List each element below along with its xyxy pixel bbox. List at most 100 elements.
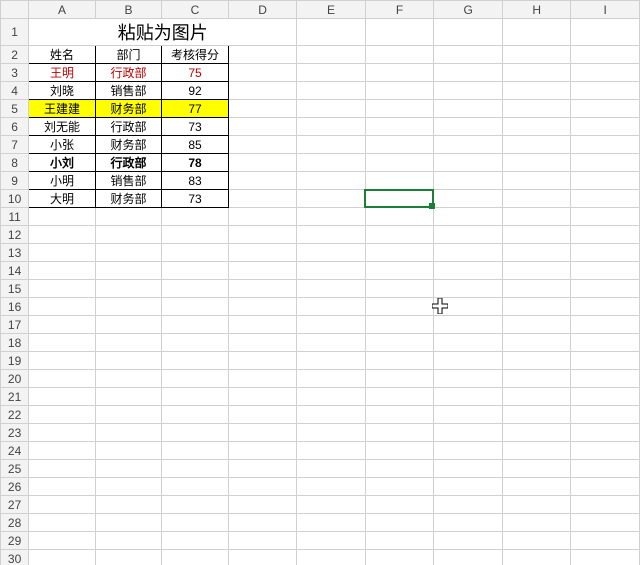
cell[interactable]: [502, 262, 571, 280]
cell[interactable]: [228, 262, 297, 280]
cell[interactable]: [502, 406, 571, 424]
cell[interactable]: [571, 280, 640, 298]
cell[interactable]: [571, 460, 640, 478]
cell[interactable]: [502, 352, 571, 370]
cell[interactable]: [502, 532, 571, 550]
cell[interactable]: [571, 190, 640, 208]
cell[interactable]: [95, 460, 162, 478]
cell[interactable]: [434, 190, 503, 208]
cell[interactable]: [365, 136, 434, 154]
cell[interactable]: [297, 118, 366, 136]
row-header[interactable]: 2: [1, 46, 29, 64]
cell[interactable]: [571, 478, 640, 496]
cell[interactable]: [95, 262, 162, 280]
cell[interactable]: [29, 226, 96, 244]
row-header[interactable]: 5: [1, 100, 29, 118]
cell[interactable]: [228, 82, 297, 100]
cell[interactable]: [297, 172, 366, 190]
cell[interactable]: [162, 370, 229, 388]
row-header[interactable]: 15: [1, 280, 29, 298]
cell-dept[interactable]: 销售部: [95, 82, 162, 100]
cell[interactable]: [297, 424, 366, 442]
row-header[interactable]: 29: [1, 532, 29, 550]
cell[interactable]: [228, 460, 297, 478]
cell[interactable]: [297, 532, 366, 550]
cell[interactable]: [297, 334, 366, 352]
cell[interactable]: [571, 532, 640, 550]
cell[interactable]: [571, 136, 640, 154]
cell[interactable]: [571, 46, 640, 64]
cell[interactable]: [95, 298, 162, 316]
cell[interactable]: [434, 460, 503, 478]
cell[interactable]: [571, 424, 640, 442]
cell[interactable]: [434, 532, 503, 550]
cell[interactable]: [434, 172, 503, 190]
cell[interactable]: [365, 442, 434, 460]
cell[interactable]: [162, 316, 229, 334]
cell[interactable]: [95, 550, 162, 565]
cell-dept[interactable]: 销售部: [95, 172, 162, 190]
cell[interactable]: [95, 226, 162, 244]
col-header[interactable]: B: [95, 1, 162, 19]
cell[interactable]: [365, 370, 434, 388]
cell[interactable]: [502, 154, 571, 172]
cell[interactable]: [365, 352, 434, 370]
cell[interactable]: [365, 478, 434, 496]
cell[interactable]: [228, 64, 297, 82]
cell-score[interactable]: 92: [162, 82, 229, 100]
cell[interactable]: [95, 388, 162, 406]
cell[interactable]: [162, 550, 229, 565]
cell-dept[interactable]: 行政部: [95, 64, 162, 82]
cell[interactable]: [502, 118, 571, 136]
cell[interactable]: [502, 514, 571, 532]
cell[interactable]: [95, 370, 162, 388]
cell[interactable]: [29, 514, 96, 532]
cell[interactable]: [365, 118, 434, 136]
cell[interactable]: [365, 406, 434, 424]
cell[interactable]: [29, 352, 96, 370]
spreadsheet-viewport[interactable]: A B C D E F G H I 1 粘贴为图片 2 姓名 部门 考核得分 3…: [0, 0, 640, 565]
cell[interactable]: [365, 154, 434, 172]
cell[interactable]: [434, 19, 503, 46]
row-header[interactable]: 17: [1, 316, 29, 334]
cell[interactable]: [297, 82, 366, 100]
row-header[interactable]: 19: [1, 352, 29, 370]
cell-score[interactable]: 73: [162, 190, 229, 208]
cell[interactable]: [502, 46, 571, 64]
cell[interactable]: [571, 496, 640, 514]
cell[interactable]: [365, 388, 434, 406]
cell[interactable]: [29, 424, 96, 442]
cell[interactable]: [162, 262, 229, 280]
cell[interactable]: [95, 316, 162, 334]
table-header-dept[interactable]: 部门: [95, 46, 162, 64]
cell[interactable]: [365, 262, 434, 280]
cell[interactable]: [434, 262, 503, 280]
cell[interactable]: [228, 370, 297, 388]
cell[interactable]: [571, 19, 640, 46]
cell[interactable]: [571, 244, 640, 262]
row-header[interactable]: 13: [1, 244, 29, 262]
cell[interactable]: [228, 352, 297, 370]
cell[interactable]: [571, 118, 640, 136]
cell[interactable]: [365, 64, 434, 82]
row-header[interactable]: 25: [1, 460, 29, 478]
cell[interactable]: [228, 118, 297, 136]
cell[interactable]: [95, 442, 162, 460]
cell[interactable]: [162, 514, 229, 532]
cell[interactable]: [502, 244, 571, 262]
cell[interactable]: [297, 298, 366, 316]
cell[interactable]: [502, 280, 571, 298]
cell[interactable]: [95, 406, 162, 424]
cell[interactable]: [95, 496, 162, 514]
cell-score[interactable]: 83: [162, 172, 229, 190]
cell[interactable]: [502, 64, 571, 82]
row-header[interactable]: 6: [1, 118, 29, 136]
row-header[interactable]: 30: [1, 550, 29, 565]
cell[interactable]: [162, 532, 229, 550]
cell-score[interactable]: 73: [162, 118, 229, 136]
cell[interactable]: [228, 478, 297, 496]
cell[interactable]: [434, 100, 503, 118]
cell[interactable]: [434, 406, 503, 424]
cell[interactable]: [228, 406, 297, 424]
cell-name[interactable]: 刘晓: [29, 82, 96, 100]
